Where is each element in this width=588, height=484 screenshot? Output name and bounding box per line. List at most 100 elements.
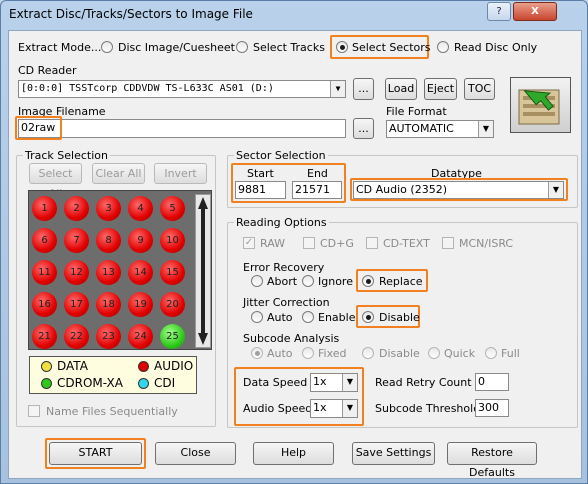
legend-audio: AUDIO [154,359,194,373]
cd-reader-label: CD Reader [18,64,77,77]
error-abort-label: Abort [267,275,298,288]
start-sector-input[interactable]: 9881 [235,181,286,199]
mcn-isrc-label: MCN/ISRC [459,237,514,250]
track-scrollbar[interactable] [195,194,211,348]
cdi-legend-dot [138,378,149,389]
file-format-select[interactable]: AUTOMATIC ▼ [386,120,494,138]
subcode-disable-label: Disable [379,347,420,360]
error-replace-radio[interactable] [362,275,374,287]
app-logo [510,77,571,133]
mode-radio-select-tracks[interactable] [236,41,248,53]
datatype-select[interactable]: CD Audio (2352) ▼ [353,181,564,199]
clear-all-button[interactable]: Clear All [92,163,145,184]
retry-count-label: Read Retry Count [375,376,472,389]
subcode-fixed-radio[interactable] [302,347,314,359]
audio-speed-label: Audio Speed [243,402,313,415]
cd-reader-browse-button[interactable]: ... [353,78,374,100]
subcode-auto-radio[interactable] [251,347,263,359]
track-button[interactable]: 2 [64,196,89,221]
track-button[interactable]: 16 [32,292,57,317]
jitter-correction-label: Jitter Correction [243,296,330,309]
jitter-disable-radio[interactable] [362,311,374,323]
cdg-checkbox[interactable] [303,237,315,249]
error-ignore-label: Ignore [318,275,353,288]
track-button[interactable]: 7 [64,228,89,253]
chevron-down-icon: ▼ [478,121,493,137]
close-title-button[interactable]: X [513,2,557,21]
track-button[interactable]: 11 [32,260,57,285]
track-button[interactable]: 14 [128,260,153,285]
track-button[interactable]: 17 [64,292,89,317]
mode-radio-disc-image[interactable] [101,41,113,53]
raw-checkbox[interactable]: ✓ [243,237,255,249]
subcode-quick-radio[interactable] [428,347,440,359]
error-abort-radio[interactable] [251,275,263,287]
track-button[interactable]: 20 [160,292,185,317]
reading-options-label: Reading Options [234,216,329,229]
name-files-checkbox[interactable] [28,405,40,417]
save-settings-button[interactable]: Save Settings [352,442,435,465]
toc-button[interactable]: TOC [464,78,495,100]
track-button[interactable]: 19 [128,292,153,317]
image-browse-button[interactable]: ... [353,118,374,139]
end-label: End [307,167,328,180]
mcn-isrc-checkbox[interactable] [442,237,454,249]
eject-button[interactable]: Eject [424,78,457,100]
error-recovery-label: Error Recovery [243,261,325,274]
error-ignore-radio[interactable] [302,275,314,287]
start-button[interactable]: START [49,442,142,465]
legend-data: DATA [57,359,88,373]
help-title-button[interactable]: ? [487,2,511,21]
data-legend-dot [41,361,52,372]
track-button[interactable]: 15 [160,260,185,285]
mode-label-disc-image: Disc Image/Cuesheet [118,41,235,54]
jitter-auto-radio[interactable] [251,311,263,323]
track-button[interactable]: 13 [96,260,121,285]
extract-mode-label: Extract Mode... [18,41,102,54]
subcode-disable-radio[interactable] [362,347,374,359]
jitter-enable-radio[interactable] [302,311,314,323]
close-button[interactable]: Close [155,442,236,465]
track-button[interactable]: 22 [64,324,89,349]
track-grid: 1 2 3 4 5 6 7 8 9 10 11 12 13 14 15 16 1… [28,190,212,350]
mode-radio-select-sectors[interactable] [336,41,348,53]
track-button[interactable]: 1 [32,196,57,221]
raw-label: RAW [260,237,285,250]
track-button[interactable]: 25 [160,324,185,349]
cd-text-checkbox[interactable] [366,237,378,249]
track-button[interactable]: 18 [96,292,121,317]
track-button[interactable]: 5 [160,196,185,221]
track-button[interactable]: 8 [96,228,121,253]
track-button[interactable]: 9 [128,228,153,253]
retry-count-input[interactable]: 0 [475,373,509,391]
subcode-full-label: Full [501,347,520,360]
load-button[interactable]: Load [385,78,417,100]
subcode-threshold-input[interactable]: 300 [475,399,509,417]
chevron-down-icon: ▼ [342,400,357,417]
help-button[interactable]: Help [253,442,334,465]
track-button[interactable]: 21 [32,324,57,349]
cd-reader-select[interactable]: [0:0:0] TSSTcorp CDDVDW TS-L633C AS01 (D… [18,80,346,98]
track-button[interactable]: 24 [128,324,153,349]
subcode-auto-label: Auto [267,347,293,360]
restore-defaults-button[interactable]: Restore Defaults [447,442,537,479]
track-button[interactable]: 10 [160,228,185,253]
mode-label-select-tracks: Select Tracks [253,41,325,54]
image-filename-input[interactable]: 02raw [18,119,346,138]
track-button[interactable]: 23 [96,324,121,349]
track-button[interactable]: 12 [64,260,89,285]
start-label: Start [247,167,274,180]
cd-text-label: CD-TEXT [383,237,430,250]
error-replace-label: Replace [379,275,423,288]
track-button[interactable]: 3 [96,196,121,221]
track-button[interactable]: 4 [128,196,153,221]
invert-button[interactable]: Invert [154,163,207,184]
track-button[interactable]: 6 [32,228,57,253]
select-all-button[interactable]: Select All [29,163,82,200]
sector-selection-label: Sector Selection [234,149,328,162]
subcode-full-radio[interactable] [485,347,497,359]
audio-speed-select[interactable]: 1x ▼ [310,399,358,418]
data-speed-select[interactable]: 1x ▼ [310,373,358,392]
mode-radio-read-disc[interactable] [437,41,449,53]
end-sector-input[interactable]: 21571 [292,181,342,199]
